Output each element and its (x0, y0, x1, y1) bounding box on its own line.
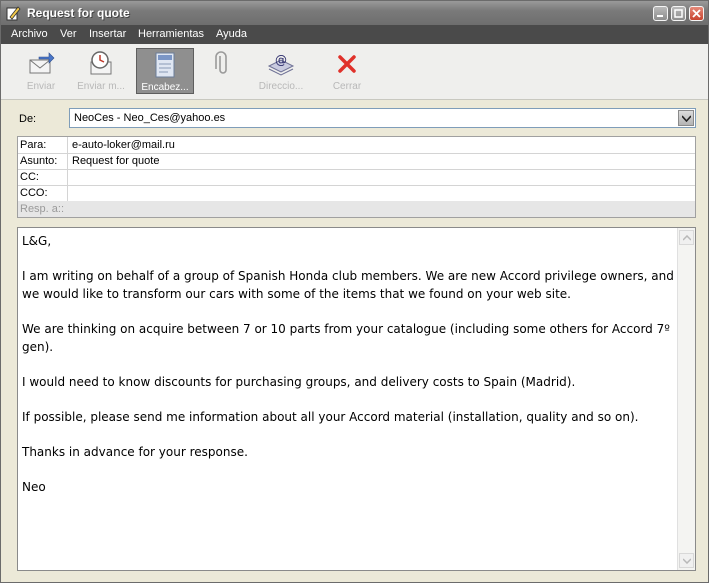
scroll-down-icon[interactable] (679, 553, 694, 568)
body-paragraph: Thanks in advance for your response. (22, 445, 248, 460)
window-title: Request for quote (27, 6, 130, 20)
menu-archivo[interactable]: Archivo (11, 28, 48, 40)
body-paragraph: Neo (22, 480, 46, 495)
address-book-button[interactable]: @ Direccio... (253, 48, 309, 94)
svg-text:@: @ (275, 53, 287, 67)
menu-ayuda[interactable]: Ayuda (216, 28, 247, 40)
send-button[interactable]: Enviar (13, 48, 69, 94)
close-button[interactable]: Cerrar (321, 48, 373, 94)
bcc-row[interactable]: CCO: (18, 185, 695, 202)
column-divider (67, 137, 68, 153)
address-book-icon: @ (267, 50, 295, 78)
column-divider (67, 185, 68, 201)
send-later-clock-icon (87, 50, 115, 78)
body-paragraph: I would need to know discounts for purch… (22, 374, 576, 389)
cc-row[interactable]: CC: (18, 169, 695, 186)
toolbar: Enviar Enviar m... Encabez... @ Direccio… (1, 44, 708, 100)
body-paragraph: I am writing on behalf of a group of Spa… (22, 269, 674, 301)
cc-label: CC: (20, 171, 39, 183)
to-label: Para: (20, 139, 47, 151)
subject-field[interactable]: Request for quote (72, 155, 159, 167)
address-fields: Para: e-auto-loker@mail.ru Asunto: Reque… (17, 136, 696, 218)
paperclip-icon (209, 50, 237, 78)
reply-to-row: Resp. a:: (18, 201, 695, 217)
headers-label: Encabez... (141, 82, 189, 93)
menu-bar: Archivo Ver Insertar Herramientas Ayuda (1, 25, 708, 44)
to-row[interactable]: Para: e-auto-loker@mail.ru (18, 137, 695, 154)
send-label: Enviar (26, 81, 56, 92)
body-paragraph: L&G, (22, 234, 52, 248)
attach-button[interactable] (207, 48, 239, 94)
reply-to-label: Resp. a:: (20, 203, 65, 215)
title-bar[interactable]: Request for quote (1, 1, 708, 25)
minimize-button[interactable] (653, 6, 668, 21)
column-divider (67, 169, 68, 185)
from-account-value: NeoCes - Neo_Ces@yahoo.es (74, 112, 226, 124)
scroll-up-icon[interactable] (679, 230, 694, 245)
maximize-button[interactable] (671, 6, 686, 21)
bcc-label: CCO: (20, 187, 48, 199)
subject-row[interactable]: Asunto: Request for quote (18, 153, 695, 170)
body-paragraph: We are thinking on acquire between 7 or … (22, 321, 670, 354)
from-account-select[interactable]: NeoCes - Neo_Ces@yahoo.es (69, 108, 696, 128)
headers-button[interactable]: Encabez... (136, 48, 194, 94)
from-label: De: (19, 113, 37, 125)
menu-ver[interactable]: Ver (60, 28, 77, 40)
subject-label: Asunto: (20, 155, 58, 167)
send-envelope-icon (27, 50, 55, 78)
chevron-down-icon[interactable] (678, 110, 694, 126)
message-body-text[interactable]: L&G, I am writing on behalf of a group o… (22, 233, 677, 515)
menu-insertar[interactable]: Insertar (89, 28, 126, 40)
vertical-scrollbar[interactable] (677, 228, 695, 570)
message-body[interactable]: L&G, I am writing on behalf of a group o… (17, 227, 696, 571)
column-divider (67, 153, 68, 169)
menu-herramientas[interactable]: Herramientas (138, 28, 204, 40)
body-paragraph: If possible, please send me information … (22, 409, 639, 424)
send-later-button[interactable]: Enviar m... (71, 48, 131, 94)
to-field[interactable]: e-auto-loker@mail.ru (72, 139, 175, 151)
headers-document-icon (151, 51, 179, 79)
compose-pencil-icon (5, 5, 21, 21)
close-label: Cerrar (332, 81, 362, 92)
compose-window: Request for quote Archivo Ver Insertar H… (0, 0, 709, 583)
send-later-label: Enviar m... (77, 81, 125, 92)
address-book-label: Direccio... (258, 81, 304, 92)
close-window-button[interactable] (689, 6, 704, 21)
close-x-icon (333, 50, 361, 78)
